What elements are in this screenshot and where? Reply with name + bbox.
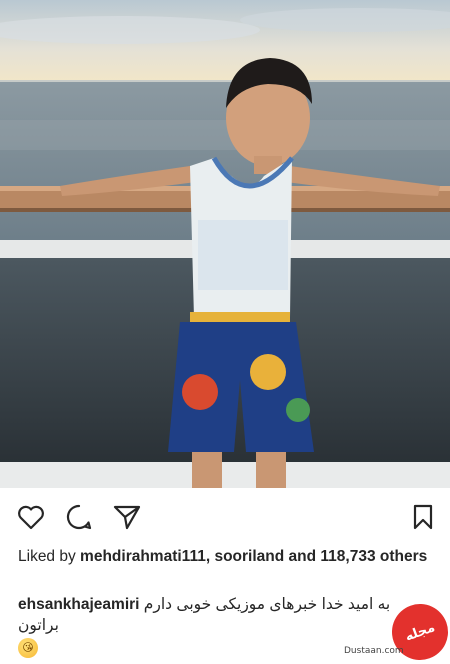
kiss-emoji-icon: 😘 <box>18 638 38 658</box>
liker-username-1[interactable]: mehdirahmati111 <box>80 548 206 565</box>
caption-username[interactable]: ehsankhajeamiri <box>18 596 139 613</box>
likes-count[interactable]: 118,733 <box>320 548 375 565</box>
watermark-url: Dustaan.com <box>344 646 404 656</box>
likes-summary: Liked by mehdirahmati111, sooriland and … <box>18 546 438 567</box>
paper-plane-icon[interactable] <box>112 502 142 532</box>
watermark: مجله دوستان Dustaan.com <box>336 596 450 664</box>
comment-bubble-icon[interactable] <box>64 502 94 532</box>
liker-username-2[interactable]: sooriland <box>214 548 284 565</box>
post-photo[interactable] <box>0 0 450 488</box>
likes-suffix[interactable]: others <box>376 548 427 565</box>
bookmark-icon[interactable] <box>408 502 438 532</box>
photo-illustration <box>0 0 450 488</box>
heart-outline-icon[interactable] <box>16 502 46 532</box>
likes-prefix: Liked by <box>18 548 81 565</box>
likes-middle: and <box>284 548 321 565</box>
action-bar <box>0 488 450 546</box>
